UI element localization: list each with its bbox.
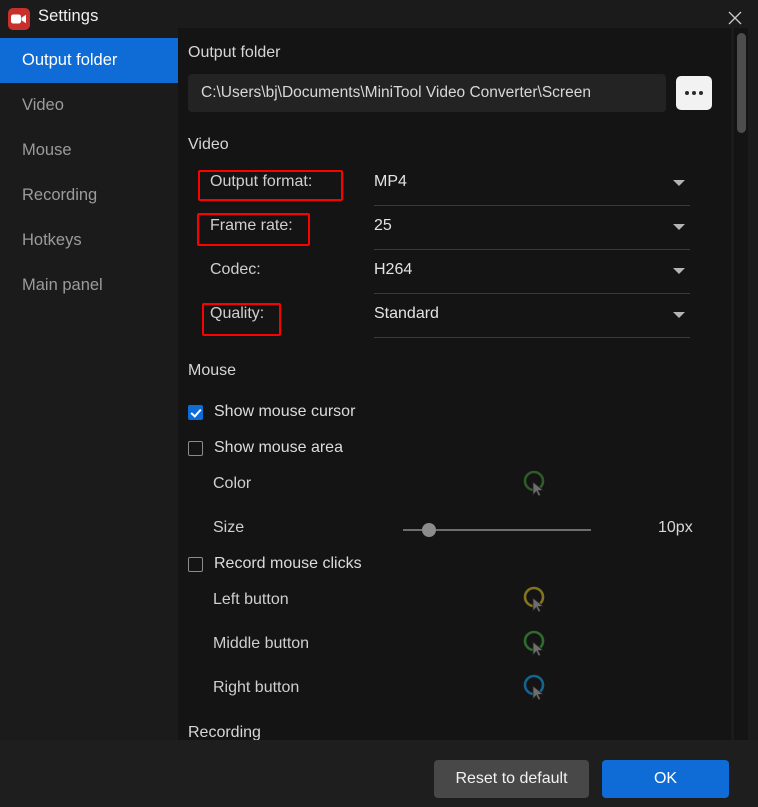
content-scrollbar-track[interactable]: [734, 28, 748, 740]
middle-button-label: Middle button: [213, 635, 309, 653]
frame-rate-label: Frame rate:: [210, 217, 293, 235]
sidebar: Output folder Video Mouse Recording Hotk…: [0, 38, 178, 807]
frame-rate-value[interactable]: 25: [374, 217, 392, 235]
chevron-down-icon[interactable]: [673, 180, 685, 186]
output-format-label: Output format:: [210, 173, 312, 191]
sidebar-item-recording[interactable]: Recording: [0, 173, 178, 218]
codec-value[interactable]: H264: [374, 261, 412, 279]
checkbox-label: Show mouse area: [214, 439, 343, 457]
ellipsis-icon: [692, 91, 696, 95]
setting-row-left-button: Left button: [178, 583, 731, 623]
output-format-value[interactable]: MP4: [374, 173, 407, 191]
quality-label: Quality:: [210, 305, 264, 323]
cursor-ring-icon[interactable]: [518, 583, 552, 617]
chevron-down-icon[interactable]: [673, 268, 685, 274]
setting-row-quality: Quality: Standard: [178, 296, 731, 340]
dialog-footer: Reset to default OK: [0, 740, 758, 807]
mouse-area-color-label: Color: [213, 475, 251, 493]
sidebar-item-main-panel[interactable]: Main panel: [0, 263, 178, 308]
ok-button[interactable]: OK: [602, 760, 729, 798]
setting-row-codec: Codec: H264: [178, 252, 731, 296]
reset-to-default-button[interactable]: Reset to default: [434, 760, 589, 798]
checkbox-show-mouse-cursor[interactable]: Show mouse cursor: [188, 403, 355, 421]
checkbox-icon[interactable]: [188, 557, 203, 572]
setting-row-right-button: Right button: [178, 671, 731, 711]
setting-row-output-format: Output format: MP4: [178, 164, 731, 208]
cursor-ring-icon[interactable]: [518, 467, 552, 501]
setting-row-mouse-area-color: Color: [178, 467, 731, 507]
video-camera-icon: [8, 8, 30, 30]
sidebar-item-video[interactable]: Video: [0, 83, 178, 128]
setting-row-middle-button: Middle button: [178, 627, 731, 667]
cursor-ring-icon[interactable]: [518, 627, 552, 661]
sidebar-item-label: Output folder: [22, 51, 117, 70]
chevron-down-icon[interactable]: [673, 224, 685, 230]
mouse-area-size-label: Size: [213, 519, 244, 537]
sidebar-item-hotkeys[interactable]: Hotkeys: [0, 218, 178, 263]
checkbox-label: Show mouse cursor: [214, 403, 355, 421]
settings-window: Settings Output folder Video Mouse Recor…: [0, 0, 758, 807]
settings-content: Output folder C:\Users\bj\Documents\Mini…: [178, 28, 731, 740]
row-underline: [374, 249, 690, 250]
mouse-heading: Mouse: [188, 362, 236, 380]
right-button-label: Right button: [213, 679, 299, 697]
setting-row-frame-rate: Frame rate: 25: [178, 208, 731, 252]
sidebar-item-output-folder[interactable]: Output folder: [0, 38, 178, 83]
output-folder-path-input[interactable]: C:\Users\bj\Documents\MiniTool Video Con…: [188, 74, 666, 112]
checkbox-icon[interactable]: [188, 405, 203, 420]
checkbox-icon[interactable]: [188, 441, 203, 456]
sidebar-item-label: Video: [22, 96, 64, 115]
browse-folder-button[interactable]: [676, 76, 712, 110]
row-underline: [374, 205, 690, 206]
sidebar-item-label: Recording: [22, 186, 97, 205]
left-button-label: Left button: [213, 591, 289, 609]
checkbox-show-mouse-area[interactable]: Show mouse area: [188, 439, 343, 457]
cursor-ring-icon[interactable]: [518, 671, 552, 705]
row-underline: [374, 293, 690, 294]
quality-value[interactable]: Standard: [374, 305, 439, 323]
sidebar-item-mouse[interactable]: Mouse: [0, 128, 178, 173]
ellipsis-icon: [699, 91, 703, 95]
content-scrollbar-thumb[interactable]: [737, 33, 746, 133]
sidebar-item-label: Mouse: [22, 141, 72, 160]
output-folder-heading: Output folder: [188, 44, 281, 62]
size-slider-value: 10px: [658, 519, 693, 537]
checkbox-record-mouse-clicks[interactable]: Record mouse clicks: [188, 555, 362, 573]
page-title: Settings: [38, 7, 98, 26]
row-underline: [374, 337, 690, 338]
chevron-down-icon[interactable]: [673, 312, 685, 318]
checkbox-label: Record mouse clicks: [214, 555, 362, 573]
codec-label: Codec:: [210, 261, 261, 279]
setting-row-mouse-area-size: Size 10px: [178, 511, 731, 551]
recording-heading: Recording: [188, 724, 261, 740]
sidebar-item-label: Hotkeys: [22, 231, 82, 250]
ellipsis-icon: [685, 91, 689, 95]
size-slider-thumb[interactable]: [422, 523, 436, 537]
video-heading: Video: [188, 136, 229, 154]
sidebar-item-label: Main panel: [22, 276, 103, 295]
